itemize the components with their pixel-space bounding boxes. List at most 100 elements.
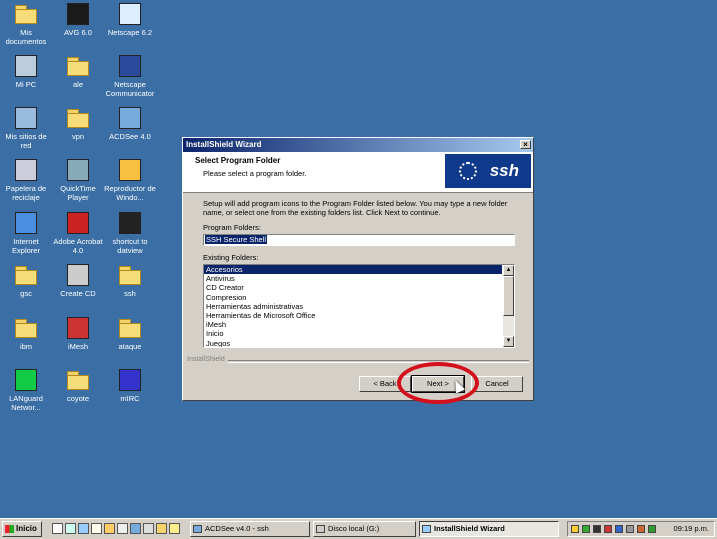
installshield-brand: InstallShield: [187, 356, 228, 363]
desktop-icon[interactable]: Mis sitios de red: [0, 105, 52, 150]
desktop-icon-label: ataque: [118, 342, 142, 351]
internet-explorer-icon: [15, 212, 37, 234]
desktop-icon-label: ale: [72, 80, 83, 89]
back-button[interactable]: < Back: [359, 376, 411, 392]
quicklaunch-notepad-icon[interactable]: [91, 523, 102, 534]
desktop-icon[interactable]: Mi PC: [0, 53, 52, 89]
desktop-icon[interactable]: coyote: [52, 367, 104, 403]
tray-icon-3[interactable]: [593, 525, 601, 533]
quicklaunch-explorer-icon[interactable]: [65, 523, 76, 534]
ssh-logo-text: ssh: [489, 161, 519, 180]
folder-icon: [119, 264, 141, 286]
folder-list-item[interactable]: Accesorios: [204, 265, 502, 275]
quicklaunch-tool-icon[interactable]: [169, 523, 180, 534]
dialog-header: Select Program Folder Please select a pr…: [183, 152, 533, 193]
desktop-icon[interactable]: Mis documentos: [0, 1, 52, 46]
desktop-icon[interactable]: gsc: [0, 262, 52, 298]
list-scrollbar[interactable]: ▲ ▼: [503, 265, 514, 347]
installer-task-icon: [422, 525, 431, 533]
desktop-icon[interactable]: Reproductor de Windo...: [104, 157, 156, 202]
desktop-icon[interactable]: ssh: [104, 262, 156, 298]
cancel-button[interactable]: Cancel: [471, 376, 523, 392]
scroll-up-icon[interactable]: ▲: [503, 265, 514, 276]
desktop-icon[interactable]: iMesh: [52, 315, 104, 351]
desktop-icon[interactable]: QuickTime Player: [52, 157, 104, 202]
acdsee-task-icon: [193, 525, 202, 533]
task-disco-local[interactable]: Disco local (G:): [313, 521, 416, 537]
desktop-icon[interactable]: Create CD: [52, 262, 104, 298]
dialog-description: Setup will add program icons to the Prog…: [203, 199, 508, 217]
tray-icon-2[interactable]: [582, 525, 590, 533]
folder-icon: [15, 264, 37, 286]
tray-icon-5[interactable]: [615, 525, 623, 533]
folder-list-item[interactable]: Herramientas de Microsoft Office: [204, 311, 502, 320]
folder-list-item[interactable]: Herramientas administrativas: [204, 302, 502, 311]
desktop-icon-label: Mis sitios de red: [5, 132, 47, 150]
desktop-icon[interactable]: ibm: [0, 315, 52, 351]
desktop-icon-label: Adobe Acrobat 4.0: [53, 237, 103, 255]
desktop-icon-label: gsc: [20, 289, 32, 298]
folder-documents-icon: [15, 3, 37, 25]
dialog-titlebar[interactable]: InstallShield Wizard ×: [183, 138, 533, 152]
tray-icon-8[interactable]: [648, 525, 656, 533]
desktop-icon-label: Netscape 6.2: [107, 28, 153, 37]
program-folder-input[interactable]: SSH Secure Shell: [203, 234, 515, 246]
tray-icon-4[interactable]: [604, 525, 612, 533]
program-folder-value: SSH Secure Shell: [205, 235, 268, 244]
desktop-icon[interactable]: ale: [52, 53, 104, 89]
existing-folders-label: Existing Folders:: [203, 253, 259, 262]
quicklaunch-cd-icon[interactable]: [143, 523, 154, 534]
quicklaunch-app-icon[interactable]: [104, 523, 115, 534]
close-button[interactable]: ×: [520, 140, 531, 149]
windows-flag-icon: [5, 525, 14, 533]
start-button[interactable]: Inicio: [2, 521, 42, 537]
ssh-logo: ssh: [445, 154, 531, 188]
datview-icon: [119, 212, 141, 234]
desktop-icon-label: ibm: [19, 342, 33, 351]
desktop-icon[interactable]: ataque: [104, 315, 156, 351]
create-cd-icon: [67, 264, 89, 286]
quicklaunch-desktop-icon[interactable]: [78, 523, 89, 534]
desktop-icon[interactable]: vpn: [52, 105, 104, 141]
desktop-icon-label: iMesh: [67, 342, 88, 351]
quicklaunch-ie-icon[interactable]: [52, 523, 63, 534]
tray-icon-1[interactable]: [571, 525, 579, 533]
folder-list-item[interactable]: Inicio: [204, 329, 502, 338]
folder-list-item[interactable]: iMesh: [204, 320, 502, 329]
desktop-icon[interactable]: LANguard Networ...: [0, 367, 52, 412]
desktop-icon-label: LANguard Networ...: [9, 394, 43, 412]
speaker-icon[interactable]: [626, 525, 634, 533]
desktop-icon[interactable]: Netscape 6.2: [104, 1, 156, 37]
scroll-down-icon[interactable]: ▼: [503, 336, 514, 347]
avg-icon: [67, 3, 89, 25]
desktop-icon[interactable]: mIRC: [104, 367, 156, 403]
quicklaunch-search-icon[interactable]: [117, 523, 128, 534]
folder-list-item[interactable]: Compresion: [204, 293, 502, 302]
folder-list-item[interactable]: Juegos: [204, 339, 502, 348]
netscape-icon: [119, 3, 141, 25]
quicklaunch-folder-icon[interactable]: [156, 523, 167, 534]
task-installshield[interactable]: InstallShield Wizard: [419, 521, 559, 537]
tray-icon-7[interactable]: [637, 525, 645, 533]
desktop-icon[interactable]: shortcut to datview: [104, 210, 156, 255]
desktop-icon-label: ACDSee 4.0: [109, 132, 151, 141]
task-acdsee[interactable]: ACDSee v4.0 - ssh: [190, 521, 310, 537]
desktop-icon[interactable]: AVG 6.0: [52, 1, 104, 37]
folder-list-item[interactable]: Antivirus: [204, 274, 502, 283]
desktop-icon[interactable]: Internet Explorer: [0, 210, 52, 255]
desktop-icon[interactable]: Netscape Communicator: [104, 53, 156, 98]
quicklaunch-quicktime-icon[interactable]: [130, 523, 141, 534]
folder-icon: [67, 369, 89, 391]
recycle-bin-icon: [15, 159, 37, 181]
desktop-icon[interactable]: ACDSee 4.0: [104, 105, 156, 141]
desktop-icon[interactable]: Adobe Acrobat 4.0: [52, 210, 104, 255]
languard-icon: [15, 369, 37, 391]
header-title: Select Program Folder: [195, 156, 281, 165]
existing-folders-list[interactable]: Accesorios Antivirus CD Creator Compresion H…: [203, 264, 515, 348]
header-subtitle: Please select a program folder.: [203, 169, 307, 178]
folder-list-item[interactable]: CD Creator: [204, 283, 502, 292]
desktop-icon[interactable]: Papelera de reciclaje: [0, 157, 52, 202]
scroll-thumb[interactable]: [503, 276, 514, 316]
folder-icon: [119, 317, 141, 339]
clock[interactable]: 09:19 p.m.: [674, 524, 709, 533]
